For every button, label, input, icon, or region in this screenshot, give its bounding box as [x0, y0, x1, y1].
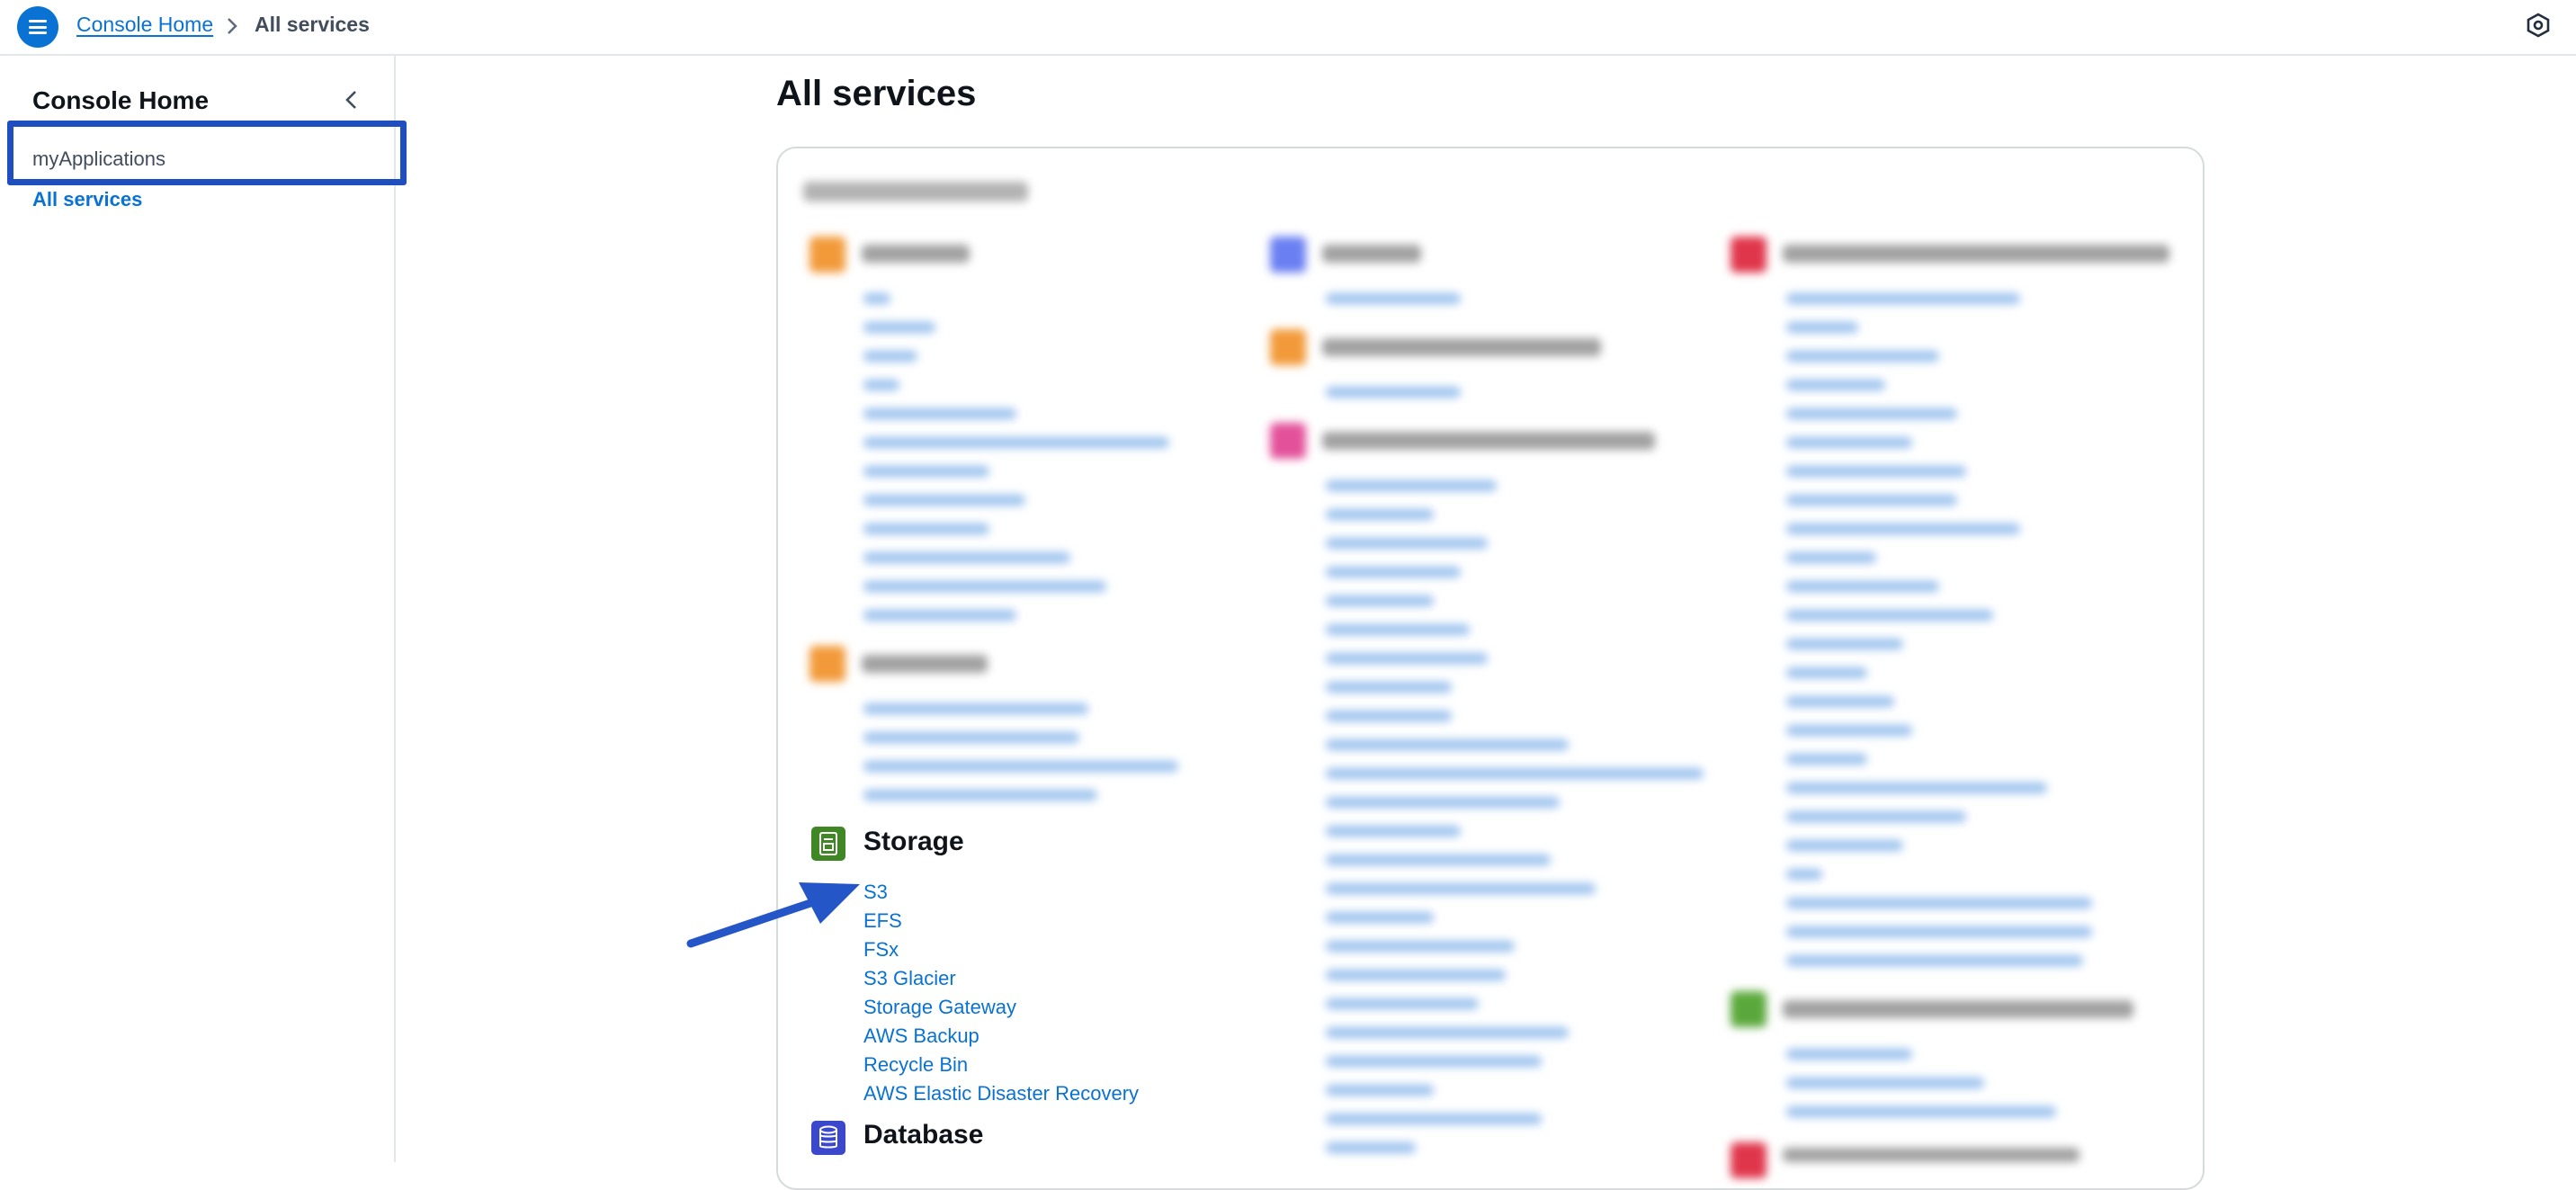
chevron-left-icon[interactable]	[340, 88, 363, 112]
sidebar-item-all-services[interactable]: All services	[32, 188, 142, 211]
page-title: All services	[776, 74, 977, 113]
annotation-highlight-box	[7, 121, 407, 185]
link-fsx[interactable]: FSx	[863, 938, 899, 962]
sidebar: Console Home myApplications All services	[0, 56, 396, 1162]
storage-icon	[811, 827, 845, 861]
link-storage-gateway[interactable]: Storage Gateway	[863, 996, 1016, 1019]
hamburger-menu-icon[interactable]	[17, 6, 58, 48]
breadcrumb-current: All services	[255, 13, 370, 36]
storage-section-title: Storage	[863, 827, 964, 856]
link-aws-elastic-disaster-recovery[interactable]: AWS Elastic Disaster Recovery	[863, 1082, 1139, 1105]
breadcrumb-console-home[interactable]: Console Home	[76, 13, 213, 37]
cloud-settings-icon[interactable]	[2526, 13, 2551, 38]
sidebar-title: Console Home	[32, 86, 210, 114]
annotation-arrow-icon	[686, 882, 860, 948]
breadcrumb-separator-icon	[228, 18, 237, 34]
database-icon	[811, 1121, 845, 1155]
database-section-title: Database	[863, 1120, 984, 1150]
link-efs[interactable]: EFS	[863, 909, 902, 933]
link-s3[interactable]: S3	[863, 881, 888, 904]
link-s3-glacier[interactable]: S3 Glacier	[863, 967, 956, 990]
top-navigation-bar: Console Home All services	[0, 0, 2576, 56]
link-aws-backup[interactable]: AWS Backup	[863, 1024, 979, 1048]
services-panel	[776, 147, 2205, 1190]
link-recycle-bin[interactable]: Recycle Bin	[863, 1053, 968, 1077]
